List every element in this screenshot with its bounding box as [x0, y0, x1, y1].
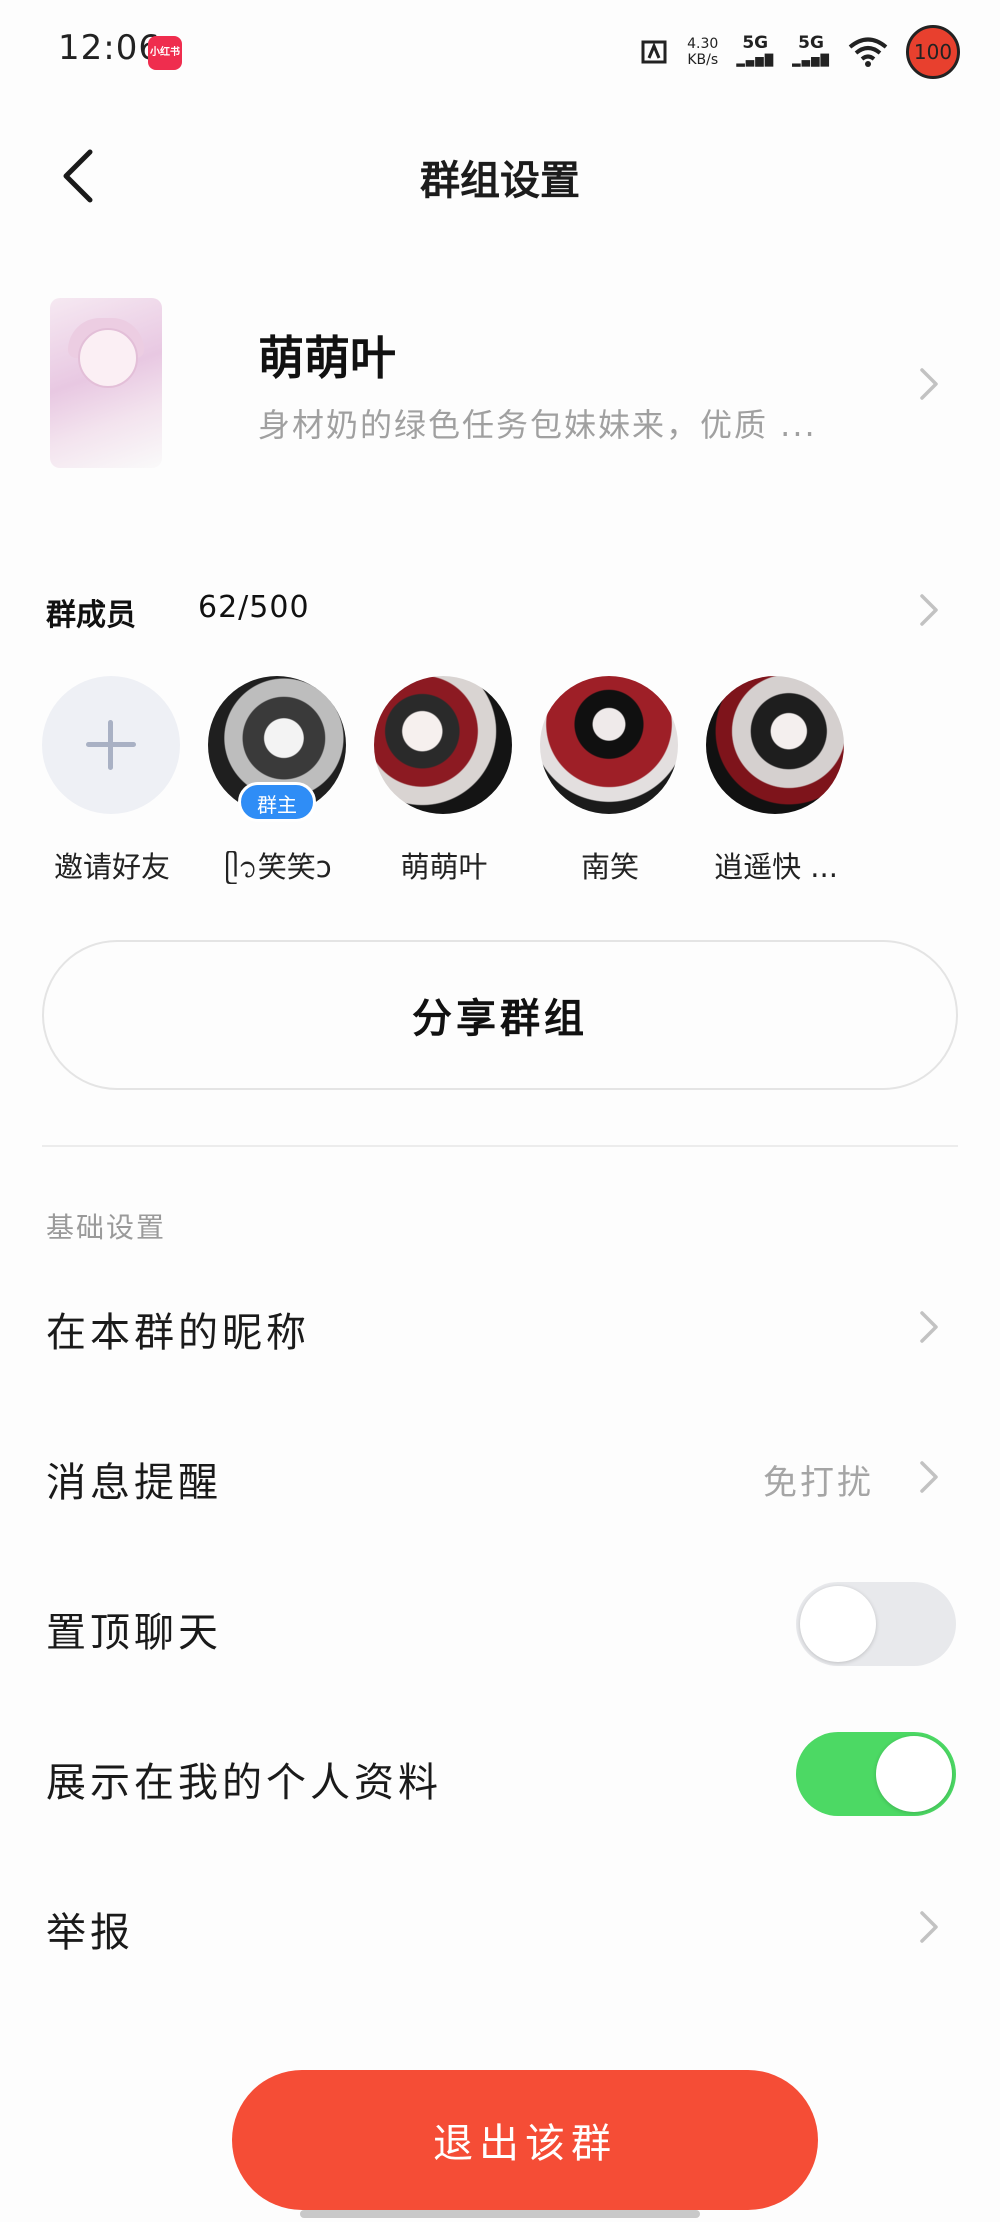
- member-name: ᥫ᭡笑笑ↄ: [224, 850, 332, 884]
- members-label[interactable]: 群成员: [46, 590, 136, 634]
- group-avatar[interactable]: [50, 298, 162, 468]
- setting-report[interactable]: 举报: [46, 1900, 134, 1958]
- chevron-right-icon[interactable]: [918, 592, 940, 628]
- status-icons: 4.30 KB/s 5G ▂▄▆█ 5G ▂▄▆█ 100: [639, 22, 960, 82]
- group-description[interactable]: 身材奶的绿色任务包妹妹来，优质 ...: [258, 400, 817, 446]
- signal-5g-icon: 5G ▂▄▆█: [792, 33, 830, 67]
- status-time: 12:06: [58, 28, 161, 68]
- nfc-icon: [641, 40, 667, 64]
- home-indicator[interactable]: [300, 2210, 700, 2218]
- member-name: 南笑: [580, 850, 639, 884]
- member-item[interactable]: 群主 ᥫ᭡笑笑ↄ: [208, 676, 348, 896]
- member-avatar[interactable]: [706, 676, 844, 814]
- chevron-right-icon[interactable]: [918, 1459, 940, 1495]
- member-name: 邀请好友: [53, 850, 170, 884]
- show-on-profile-toggle[interactable]: [796, 1732, 956, 1816]
- chevron-right-icon[interactable]: [918, 1909, 940, 1945]
- notification-value[interactable]: 免打扰: [763, 1455, 874, 1504]
- exit-group-button[interactable]: 退出该群: [232, 2070, 818, 2210]
- group-name[interactable]: 萌萌叶: [258, 322, 396, 388]
- chevron-right-icon[interactable]: [918, 366, 940, 402]
- pin-chat-toggle[interactable]: [796, 1582, 956, 1666]
- member-name: 萌萌叶: [400, 850, 488, 884]
- add-icon[interactable]: [42, 676, 180, 814]
- member-name: 逍遥快 ...: [714, 850, 838, 884]
- member-item[interactable]: 逍遥快 ...: [706, 676, 846, 896]
- divider: [42, 1145, 958, 1147]
- member-avatar[interactable]: [540, 676, 678, 814]
- setting-group-nickname[interactable]: 在本群的昵称: [46, 1300, 310, 1358]
- wifi-icon: [848, 37, 888, 67]
- setting-message-notification[interactable]: 消息提醒: [46, 1450, 222, 1508]
- network-speed: 4.30 KB/s: [687, 36, 719, 68]
- signal-5g-icon: 5G ▂▄▆█: [736, 33, 775, 67]
- setting-pin-chat: 置顶聊天: [46, 1610, 222, 1656]
- battery-icon: 100: [906, 25, 960, 79]
- member-avatar[interactable]: [374, 676, 512, 814]
- member-item[interactable]: 南笑: [540, 676, 680, 896]
- chevron-right-icon[interactable]: [918, 1309, 940, 1345]
- share-group-button[interactable]: 分享群组: [42, 940, 958, 1090]
- xiaohongshu-notification-icon: 小红书: [148, 36, 182, 70]
- member-item[interactable]: 萌萌叶: [374, 676, 514, 896]
- page-title: 群组设置: [420, 158, 580, 204]
- setting-show-on-profile: 展示在我的个人资料: [46, 1760, 442, 1806]
- owner-badge: 群主: [238, 782, 316, 822]
- section-label-basic-settings: 基础设置: [46, 1211, 167, 1244]
- invite-friend-button[interactable]: 邀请好友: [42, 676, 182, 896]
- members-count[interactable]: 62/500: [198, 590, 310, 625]
